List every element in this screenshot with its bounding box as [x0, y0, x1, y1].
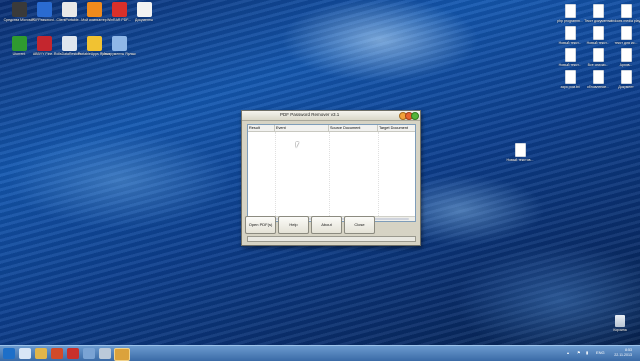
chrome-icon[interactable]	[51, 348, 63, 359]
text-file-icon	[620, 48, 632, 62]
progress-bar	[247, 236, 416, 242]
app-shortcut-icon	[86, 2, 102, 17]
explorer-icon[interactable]	[35, 348, 47, 359]
column-header-source-document[interactable]: Source Document	[329, 125, 378, 131]
column-header-target-document[interactable]: Target Document	[378, 125, 416, 131]
desktop-file[interactable]: Архив...	[609, 48, 640, 67]
text-file-icon	[564, 26, 576, 40]
text-file-icon	[564, 70, 576, 84]
close-button[interactable]: Close	[344, 216, 375, 234]
start-button[interactable]	[3, 348, 15, 359]
results-list-header: Result Event Source Document Target Docu…	[248, 125, 415, 132]
column-divider	[275, 132, 276, 216]
tray-arrow-icon[interactable]: ▴	[567, 350, 569, 355]
desktop-file[interactable]: Документ	[609, 70, 640, 89]
open-pdfs-button[interactable]: Open PDF(s)	[245, 216, 276, 234]
desktop-shortcut[interactable]: Документы	[127, 2, 161, 22]
ie-icon[interactable]	[19, 348, 31, 359]
column-header-event[interactable]: Event	[275, 125, 329, 131]
app-shortcut-icon	[36, 36, 52, 51]
app-shortcut-icon	[86, 36, 102, 51]
text-file-icon	[620, 4, 632, 18]
results-list[interactable]: Result Event Source Document Target Docu…	[247, 124, 416, 222]
text-file-icon	[592, 48, 604, 62]
app-shortcut-icon	[61, 36, 77, 51]
pdf-remover-taskbar-button[interactable]	[114, 348, 130, 361]
window-titlebar[interactable]: PDF Password Remover v3.1	[242, 111, 420, 121]
text-file-icon	[564, 48, 576, 62]
desktop-icon-label: Инструменты Ярлык	[102, 52, 136, 56]
about-button[interactable]: About	[311, 216, 342, 234]
desktop-icon-label: windows media player	[609, 19, 640, 23]
text-file-icon	[514, 143, 526, 157]
text-file-icon	[592, 70, 604, 84]
media-icon[interactable]	[83, 348, 95, 359]
desktop-icon-label: Документы	[134, 18, 154, 22]
app-shortcut-icon	[111, 36, 127, 51]
help-button[interactable]: Help	[278, 216, 309, 234]
text-file-icon	[592, 4, 604, 18]
column-divider	[329, 132, 330, 216]
close-window-button[interactable]	[411, 112, 419, 120]
recycle-bin-icon	[615, 315, 625, 327]
network-icon[interactable]: ▮	[586, 350, 588, 355]
text-file-icon	[592, 26, 604, 40]
text-file-icon	[564, 4, 576, 18]
column-divider	[378, 132, 379, 216]
desktop-icon-label: Документ	[618, 85, 634, 89]
app-shortcut-icon	[111, 2, 127, 17]
text-file-icon	[620, 70, 632, 84]
app-shortcut-icon	[136, 2, 152, 17]
recycle-bin[interactable]: Корзина	[603, 315, 637, 332]
lang-indicator[interactable]: ENG	[596, 350, 605, 355]
desktop-file-text[interactable]: Новый текстов...	[503, 143, 537, 162]
window-title: PDF Password Remover v3.1	[280, 112, 340, 117]
tray-flag-icon[interactable]: ⚑	[577, 350, 581, 355]
desktop: Средства Microsoft PDFPassword... ClientPo…	[0, 0, 640, 345]
clock-date: 22.11.2013	[614, 353, 632, 357]
text-file-icon	[620, 26, 632, 40]
app-shortcut-icon	[36, 2, 52, 17]
mouse-cursor	[296, 142, 299, 148]
taskbar: ▴ ⚑ ▮ ENG 8:53 22.11.2013	[0, 345, 640, 361]
app-shortcut-icon	[61, 2, 77, 17]
yandex-icon[interactable]	[67, 348, 79, 359]
desktop-icon-label: текст для ис...	[614, 41, 638, 45]
column-header-result[interactable]: Result	[248, 125, 275, 131]
app-shortcut-icon	[11, 36, 27, 51]
app-shortcut-icon	[11, 2, 27, 17]
desktop-icon-label: Архив...	[619, 63, 633, 67]
desktop-shortcut[interactable]: Инструменты Ярлык	[102, 36, 136, 56]
app-icon[interactable]	[99, 348, 111, 359]
desktop-file[interactable]: windows media player	[609, 4, 640, 23]
clock[interactable]: 8:53 22.11.2013	[614, 348, 632, 358]
desktop-file[interactable]: текст для ис...	[609, 26, 640, 45]
